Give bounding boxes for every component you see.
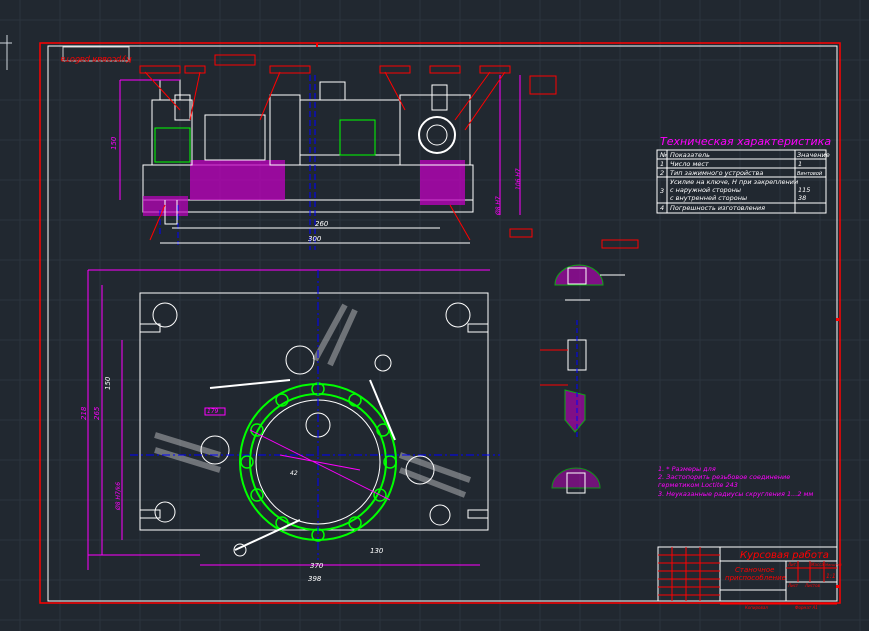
dim-plan-height-outer: 218 [80, 406, 88, 420]
dim-plan-width-outer: 398 [308, 575, 322, 583]
note-line: 2. Застопорить резьбовое соединение [658, 473, 790, 481]
dim-plan-height-inner: 265 [93, 406, 101, 420]
ucs-crosshair-icon [0, 35, 12, 70]
tech-row-num: 3 [660, 187, 664, 195]
dim-plan-width-inner: 370 [310, 562, 324, 570]
dim-plan-42: 42 [290, 470, 298, 477]
tech-row-value: 1 [798, 160, 802, 168]
front-view [119, 54, 557, 250]
title-sheet: Лист [787, 583, 799, 588]
tech-spec-table: Техническая характеристика № Показатель … [656, 135, 831, 214]
title-name-2: приспособление [725, 574, 786, 582]
title-copied: Копировал [745, 605, 768, 610]
tech-row-value: 115 [798, 186, 810, 194]
dim-top-width-inner: 260 [315, 220, 329, 228]
stamp-top-left: Курсовая работа [60, 55, 131, 64]
title-mass: Масса [811, 562, 824, 567]
dim-top-width-outer: 300 [308, 235, 322, 243]
sheet-outer-frame [39, 42, 841, 604]
tech-row-num: 4 [660, 204, 664, 212]
tech-header-num: № [659, 151, 667, 159]
dim-fit-1: Ø8 H7/k6 [115, 482, 122, 511]
tech-row-name: Усилие на ключе, Н при закреплении [670, 178, 798, 186]
title-name-1: Станочное [735, 566, 774, 574]
tech-header-value: Значение [797, 151, 830, 159]
dim-plan-130: 130 [370, 547, 384, 555]
note-line: 1. * Размеры для [658, 465, 716, 473]
cad-drawing-canvas[interactable]: Курсовая работа 260 300 150 Ø8 H7 106 H7… [0, 0, 869, 631]
tech-row-name: Тип зажимного устройства [670, 169, 763, 177]
title-lit: Лит. [787, 562, 797, 567]
technical-notes: 1. * Размеры для 2. Застопорить резьбово… [658, 465, 813, 498]
tech-row-num: 1 [660, 160, 664, 168]
dim-top-height: 150 [110, 136, 118, 150]
tech-row-num: 2 [660, 169, 664, 177]
title-format: Формат А1 [795, 605, 818, 610]
tech-row-name: Число мест [670, 160, 709, 168]
detail-views [540, 239, 639, 494]
frame-markers [316, 43, 839, 588]
title-work: Курсовая работа [740, 549, 829, 561]
note-line: 3. Неуказанные радиусы скругления 1...2 … [658, 490, 813, 498]
title-scale: 1:1 [826, 573, 836, 580]
tech-title: Техническая характеристика [660, 135, 831, 148]
note-line: герметиком Loctite 243 [658, 481, 738, 489]
dim-fit-2: Ø8 H7 [495, 196, 502, 216]
sheet-inner-frame [47, 45, 838, 602]
dim-plan-150: 150 [104, 376, 112, 390]
tech-row-value: 38 [798, 194, 806, 202]
dim-plan-179: 179 [207, 408, 219, 415]
tech-row-value: Винтовой [797, 171, 823, 177]
tech-row-name: с наружной стороны [670, 186, 741, 194]
tech-row-name: с внутренней стороны [670, 194, 747, 202]
title-scale-label: Масштаб [825, 563, 842, 567]
title-block: Курсовая работа Станочное приспособление… [657, 546, 842, 610]
tech-header-name: Показатель [670, 151, 710, 159]
dim-fit-3: 106 H7 [515, 168, 522, 190]
title-sheets: Листов [804, 583, 821, 588]
tech-row-name: Погрешность изготовления [670, 204, 765, 212]
